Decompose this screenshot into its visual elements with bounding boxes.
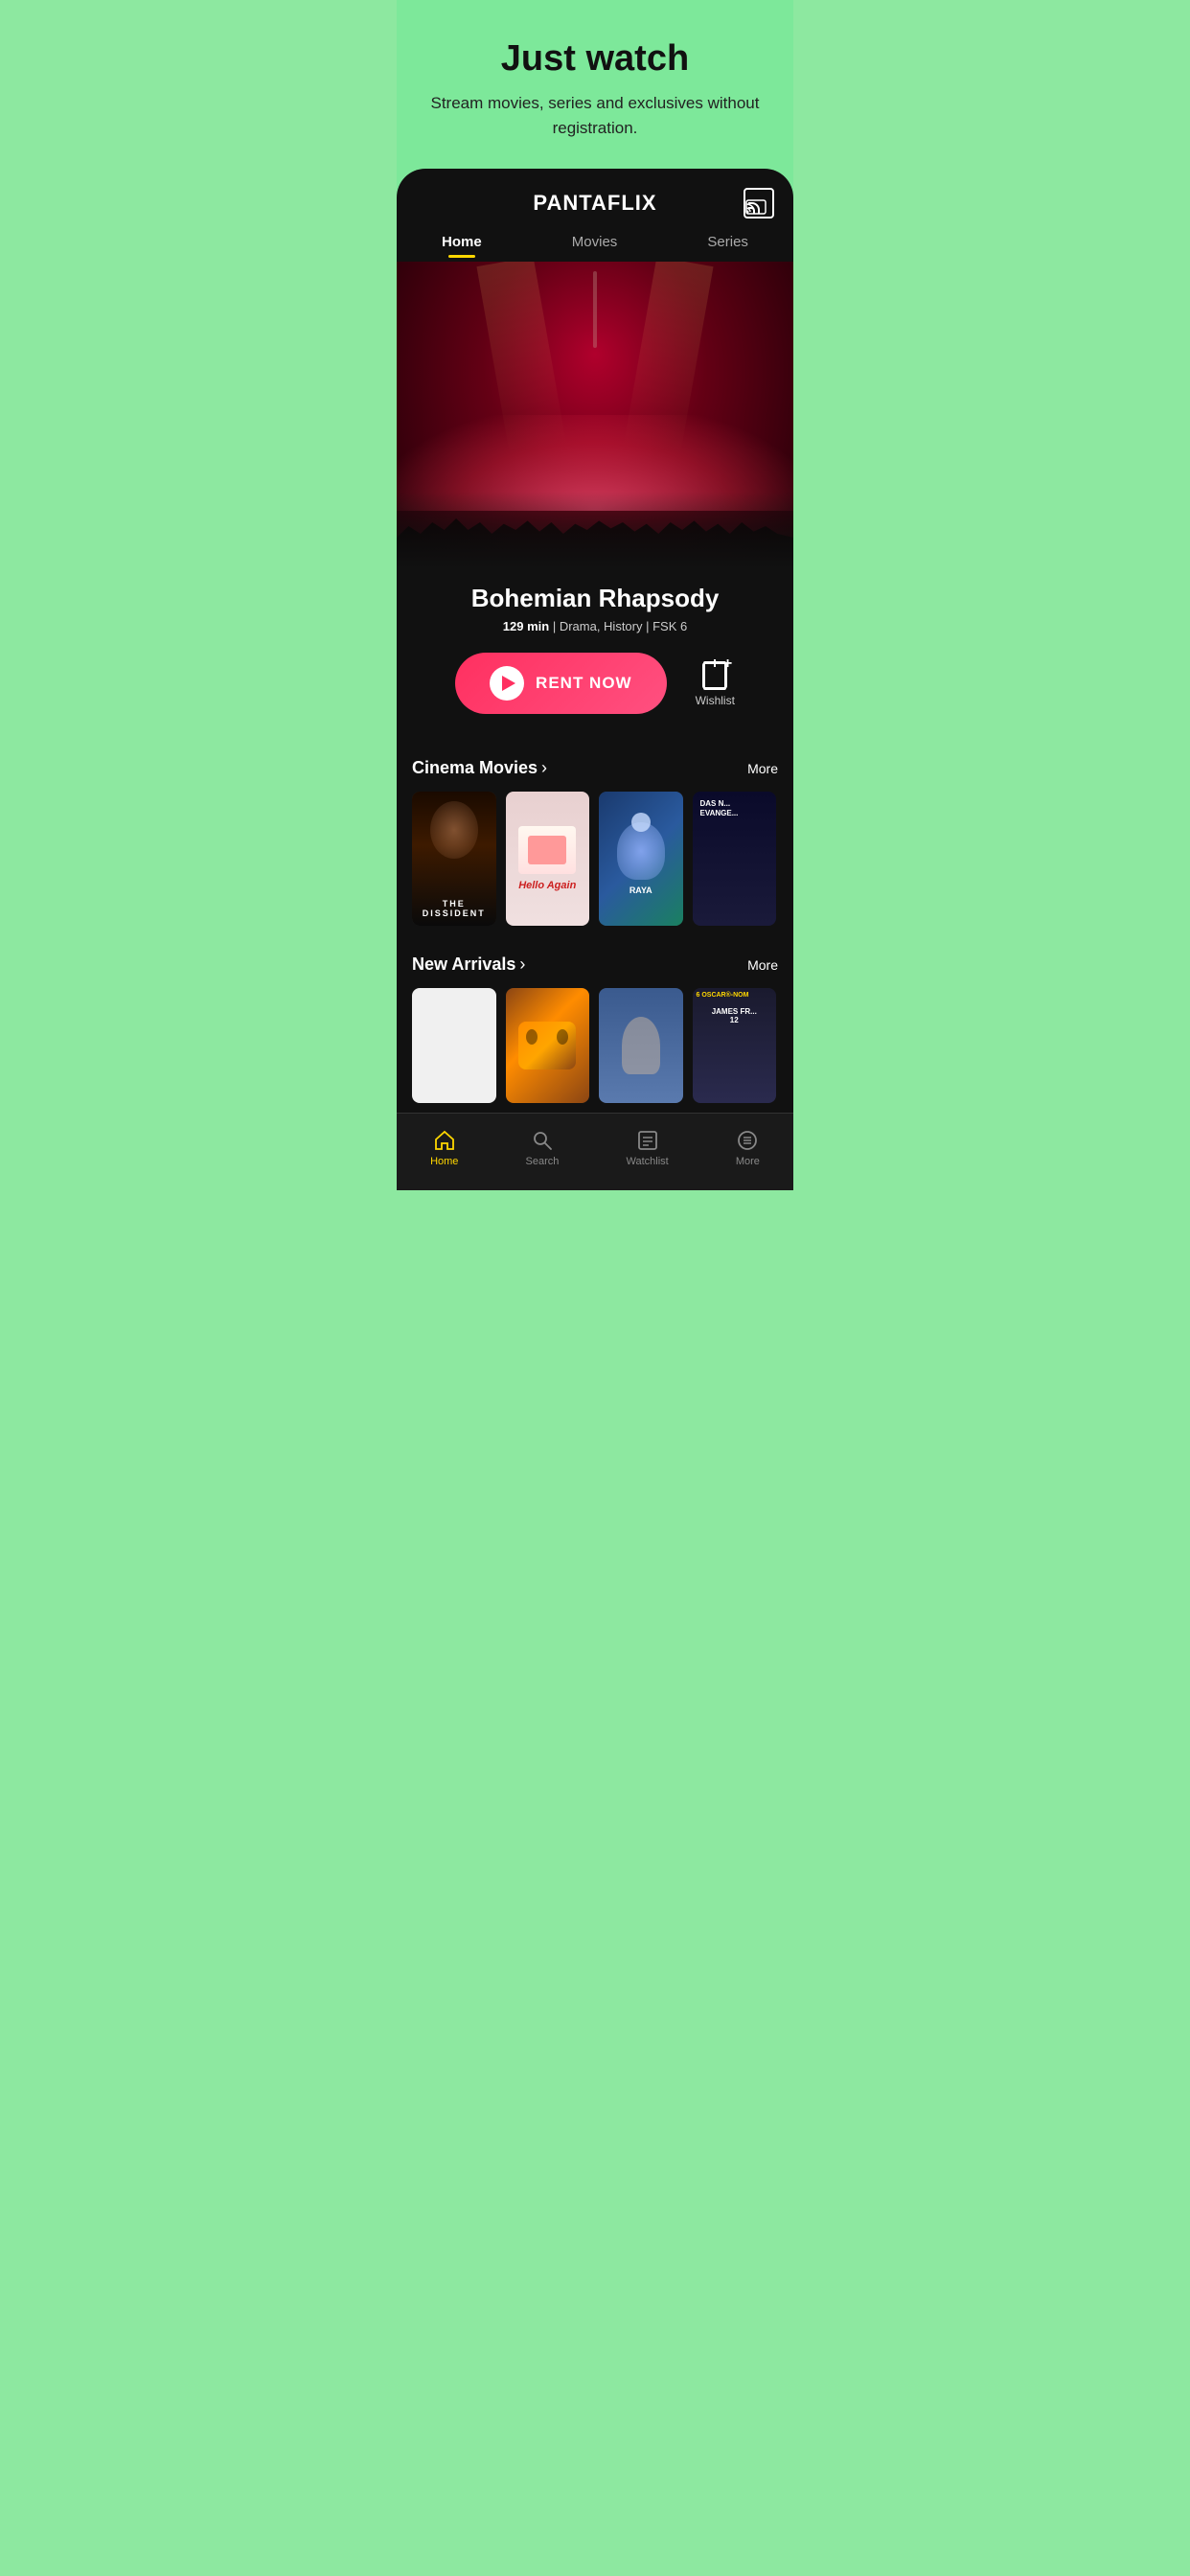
- bottom-nav-search[interactable]: Search: [511, 1125, 575, 1171]
- hello-cake: [518, 826, 576, 874]
- poster-raya: RAYA: [599, 792, 683, 926]
- raya-title: RAYA: [629, 886, 652, 895]
- hero-subtitle: Stream movies, series and exclusives wit…: [416, 91, 774, 140]
- new-arrivals-arrow[interactable]: ›: [519, 954, 525, 975]
- bottom-nav-home[interactable]: Home: [415, 1125, 473, 1171]
- bottom-nav-more[interactable]: More: [721, 1125, 775, 1171]
- bottom-nav-watchlist-label: Watchlist: [627, 1156, 669, 1167]
- cinema-movies-more[interactable]: More: [747, 761, 778, 776]
- cinema-movies-arrow[interactable]: ›: [541, 758, 547, 778]
- dissident-title: THE DISSIDENT: [412, 899, 496, 918]
- borat-bg: [599, 988, 683, 1103]
- nav-home[interactable]: Home: [423, 230, 501, 254]
- dark-text: DAS N...EVANGE...: [693, 792, 777, 827]
- nav-series[interactable]: Series: [688, 230, 767, 254]
- rent-label: RENT NOW: [536, 674, 632, 693]
- poster-dark: DAS N...EVANGE...: [693, 792, 777, 926]
- new-arrivals-row: 6 OSCAR®-NOM JAMES FR...12: [412, 988, 778, 1103]
- bottom-nav-watchlist[interactable]: Watchlist: [611, 1125, 684, 1171]
- arrival-white-poster: [412, 988, 496, 1103]
- rent-now-button[interactable]: RENT NOW: [455, 653, 667, 714]
- app-container: PANTAFLIX Home Movies Series: [397, 169, 793, 1190]
- cast-button[interactable]: [744, 188, 774, 218]
- arrival-card-borat[interactable]: [599, 988, 683, 1103]
- app-header: PANTAFLIX: [397, 169, 793, 218]
- tiger-stripe-1: [526, 1029, 538, 1045]
- tiger-stripe-2: [557, 1029, 568, 1045]
- nav-movies[interactable]: Movies: [553, 230, 637, 254]
- poster-hello: Hello Again: [506, 792, 590, 926]
- featured-info: Bohemian Rhapsody 129 min | Drama, Histo…: [397, 568, 793, 739]
- section-title-group: Cinema Movies ›: [412, 758, 547, 778]
- home-icon: [433, 1129, 456, 1152]
- cinema-movies-title: Cinema Movies: [412, 758, 538, 778]
- app-logo: PANTAFLIX: [533, 191, 656, 216]
- featured-banner: [397, 262, 793, 568]
- movie-card-dissident[interactable]: THE DISSIDENT: [412, 792, 496, 926]
- search-icon: [531, 1129, 554, 1152]
- featured-actions: RENT NOW Wishlist: [416, 653, 774, 714]
- oscar-badge: 6 OSCAR®-NOM: [697, 992, 749, 999]
- dissident-portrait: [430, 801, 478, 859]
- more-icon: [736, 1129, 759, 1152]
- new-arrivals-title-group: New Arrivals ›: [412, 954, 525, 975]
- featured-meta: 129 min | Drama, History | FSK 6: [416, 619, 774, 633]
- arrival-borat-poster: [599, 988, 683, 1103]
- wishlist-button[interactable]: Wishlist: [696, 659, 735, 707]
- arrival-tiger-poster: [506, 988, 590, 1103]
- raya-character: [617, 822, 665, 880]
- new-arrivals-more[interactable]: More: [747, 957, 778, 973]
- arrival-james-poster: 6 OSCAR®-NOM JAMES FR...12: [693, 988, 777, 1103]
- play-circle: [490, 666, 524, 701]
- bottom-nav: Home Search Watchlist: [397, 1113, 793, 1190]
- bottom-nav-home-label: Home: [430, 1156, 458, 1167]
- hello-title: Hello Again: [518, 880, 576, 891]
- new-arrivals-title: New Arrivals: [412, 954, 515, 975]
- raya-head: [631, 813, 651, 832]
- hero-title: Just watch: [416, 38, 774, 80]
- cinema-movies-row: THE DISSIDENT Hello Again RAYA: [412, 792, 778, 926]
- featured-title: Bohemian Rhapsody: [416, 584, 774, 613]
- tiger-face: [518, 1022, 576, 1070]
- movie-card-raya[interactable]: RAYA: [599, 792, 683, 926]
- movie-card-dark[interactable]: DAS N...EVANGE...: [693, 792, 777, 926]
- wishlist-icon: [701, 659, 728, 690]
- borat-figure: [622, 1017, 660, 1074]
- app-nav: Home Movies Series: [397, 218, 793, 262]
- wishlist-label: Wishlist: [696, 694, 735, 707]
- banner-fade: [397, 492, 793, 568]
- new-arrivals-header: New Arrivals › More: [412, 954, 778, 975]
- cinema-movies-header: Cinema Movies › More: [412, 758, 778, 778]
- play-icon: [502, 676, 515, 691]
- new-arrivals-section: New Arrivals › More: [397, 935, 793, 1113]
- arrival-card-white[interactable]: [412, 988, 496, 1103]
- bottom-nav-more-label: More: [736, 1156, 760, 1167]
- cake-decor: [528, 836, 566, 864]
- watchlist-icon: [636, 1129, 659, 1152]
- arrival-card-james[interactable]: 6 OSCAR®-NOM JAMES FR...12: [693, 988, 777, 1103]
- bottom-nav-search-label: Search: [526, 1156, 560, 1167]
- microphone-stand: [593, 271, 597, 348]
- poster-dissident: THE DISSIDENT: [412, 792, 496, 926]
- movie-card-hello[interactable]: Hello Again: [506, 792, 590, 926]
- cinema-movies-section: Cinema Movies › More THE DISSIDENT Hello…: [397, 739, 793, 935]
- arrival-card-tiger[interactable]: [506, 988, 590, 1103]
